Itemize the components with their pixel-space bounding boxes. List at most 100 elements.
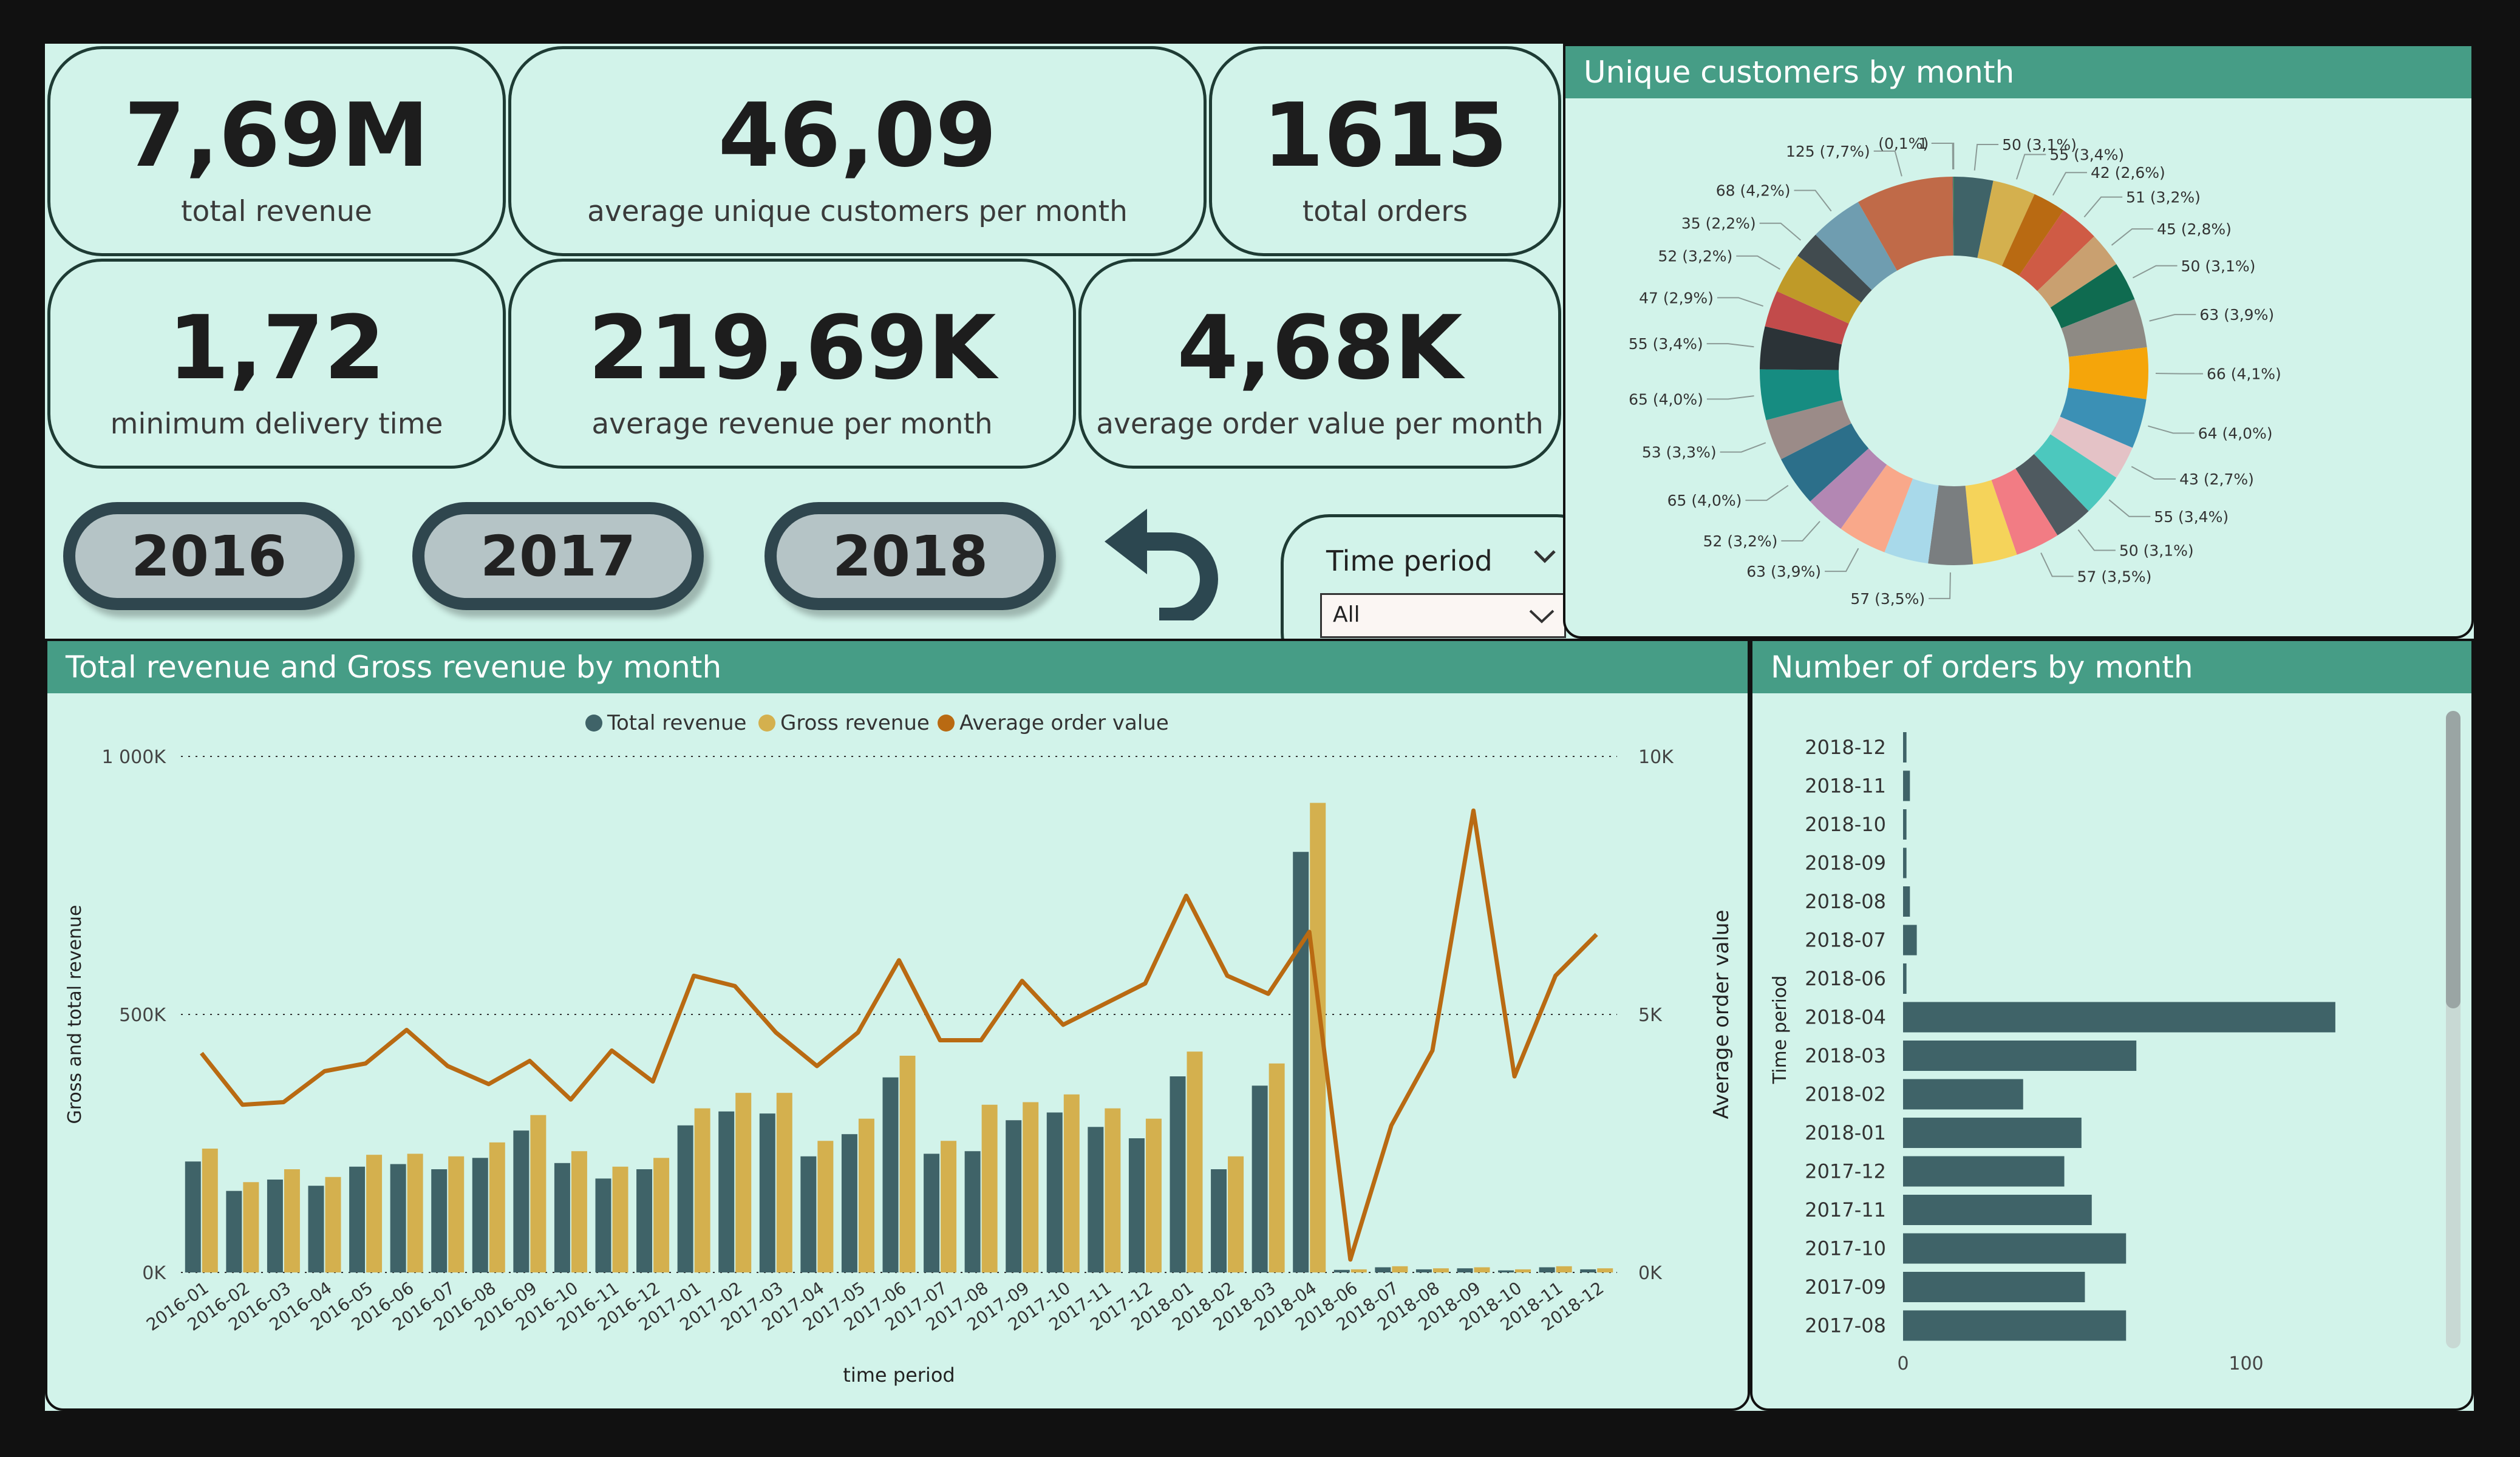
donut-leader-line	[2155, 373, 2203, 375]
y-tick-label: 2018-03	[1805, 1044, 1886, 1067]
y-tick-label: 2018-06	[1805, 967, 1886, 990]
bar-gross-revenue	[858, 1118, 874, 1272]
bar-total-revenue	[841, 1134, 857, 1272]
kpi-value: 7,69M	[124, 84, 429, 187]
year-2016-button[interactable]: 2016	[63, 502, 355, 610]
dashboard: 7,69M total revenue 46,09 average unique…	[45, 44, 2474, 1411]
chevron-down-icon[interactable]	[1533, 548, 1557, 572]
bar-gross-revenue	[1556, 1266, 1572, 1272]
y2-tick-label: 10K	[1638, 747, 1674, 768]
donut-leader-line	[2132, 265, 2178, 279]
x-tick-label: 100	[2229, 1353, 2263, 1374]
unique-customers-donut-chart: 50 (3,1%)55 (3,4%)42 (2,6%)51 (3,2%)45 (…	[1629, 135, 2281, 608]
y-tick-label: 2018-08	[1805, 890, 1886, 913]
kpi-label: average order value per month	[1096, 407, 1544, 441]
donut-data-label: (0,1%)	[1878, 135, 1929, 152]
chevron-down-icon	[1529, 610, 1555, 623]
x-axis-title: time period	[843, 1364, 955, 1387]
bar-total-revenue	[1128, 1138, 1145, 1272]
donut-data-label: 45 (2,8%)	[2157, 220, 2232, 238]
bar-gross-revenue	[899, 1056, 916, 1272]
bar-gross-revenue	[1063, 1094, 1080, 1272]
donut-data-label: 50 (3,1%)	[2181, 257, 2256, 275]
bar-gross-revenue	[1392, 1266, 1408, 1272]
bar-gross-revenue	[1023, 1102, 1039, 1272]
bar-total-revenue	[390, 1164, 406, 1272]
donut-data-label: 50 (3,1%)	[2119, 542, 2194, 559]
orders-bar	[1903, 1079, 2023, 1110]
kpi-label: average revenue per month	[591, 407, 993, 441]
donut-data-label: 57 (3,5%)	[1850, 590, 1925, 608]
revenue-panel: Total revenue and Gross revenue by month…	[45, 639, 1750, 1411]
reset-filters-button[interactable]	[1098, 505, 1220, 626]
y-tick-label: 1 000K	[101, 747, 166, 768]
y-tick-label: 2017-09	[1805, 1275, 1886, 1299]
donut-leader-line	[1825, 548, 1859, 572]
bar-gross-revenue	[735, 1093, 752, 1272]
bar-total-revenue	[1457, 1268, 1473, 1272]
donut-data-label: 55 (3,4%)	[2154, 508, 2229, 526]
donut-leader-line	[1973, 143, 1999, 171]
donut-leader-line	[2077, 529, 2116, 551]
donut-data-label: 66 (4,1%)	[2207, 365, 2281, 383]
kpi-label: total revenue	[181, 195, 372, 228]
kpi-label: total orders	[1302, 195, 1468, 228]
orders-bar	[1903, 963, 1907, 994]
donut-data-label: 55 (3,4%)	[2049, 146, 2124, 163]
donut-data-label: 55 (3,4%)	[1629, 335, 1703, 353]
year-2017-button[interactable]: 2017	[412, 502, 704, 610]
y-axis-title: Time period	[1769, 976, 1791, 1085]
orders-bar	[1903, 1310, 2127, 1341]
bar-gross-revenue	[1269, 1063, 1285, 1272]
bar-gross-revenue	[1228, 1156, 1244, 1272]
donut-leader-line	[1931, 143, 1953, 170]
legend-label: Average order value	[959, 711, 1169, 735]
y-tick-label: 2018-07	[1805, 929, 1886, 952]
kpi-avg-unique-customers: 46,09 average unique customers per month	[508, 46, 1207, 256]
bar-total-revenue	[267, 1180, 283, 1272]
bar-gross-revenue	[1515, 1269, 1531, 1272]
legend-marker	[585, 715, 602, 732]
bar-total-revenue	[1088, 1127, 1104, 1272]
orders-bar	[1903, 886, 1910, 917]
bar-gross-revenue	[325, 1177, 341, 1272]
bar-total-revenue	[1046, 1112, 1063, 1272]
bar-total-revenue	[924, 1153, 940, 1272]
bar-gross-revenue	[981, 1104, 998, 1272]
orders-bar	[1903, 1233, 2127, 1264]
scrollbar-thumb[interactable]	[2446, 711, 2460, 1008]
y-tick-label: 2018-09	[1805, 852, 1886, 875]
x-tick-label: 0	[1897, 1353, 1909, 1374]
kpi-value: 219,69K	[588, 297, 996, 399]
kpi-value: 4,68K	[1177, 297, 1463, 399]
donut-leader-line	[1745, 484, 1789, 501]
bar-gross-revenue	[284, 1169, 300, 1272]
bar-total-revenue	[636, 1169, 653, 1272]
scrollbar[interactable]	[2446, 711, 2460, 1348]
y-tick-label: 2017-10	[1805, 1237, 1886, 1260]
bar-total-revenue	[472, 1158, 488, 1272]
time-period-dropdown[interactable]: All	[1320, 593, 1566, 638]
y-tick-label: 2018-04	[1805, 1006, 1886, 1029]
donut-data-label: 51 (3,2%)	[2126, 189, 2201, 206]
bar-total-revenue	[800, 1156, 817, 1272]
year-2018-button[interactable]: 2018	[765, 502, 1056, 610]
donut-data-label: 125 (7,7%)	[1786, 143, 1870, 160]
donut-leader-line	[1873, 150, 1902, 177]
donut-leader-line	[2108, 499, 2151, 517]
bar-total-revenue	[1539, 1267, 1555, 1272]
bar-gross-revenue	[1474, 1267, 1490, 1272]
donut-leader-line	[2040, 552, 2074, 577]
orders-bar	[1903, 1272, 2085, 1302]
orders-bar	[1903, 1041, 2137, 1071]
donut-data-label: 68 (4,2%)	[1716, 182, 1791, 200]
donut-data-label: 35 (2,2%)	[1681, 215, 1756, 233]
bar-total-revenue	[677, 1125, 693, 1272]
y-axis-title: Gross and total revenue	[64, 905, 86, 1124]
donut-data-label: 53 (3,3%)	[1642, 444, 1717, 461]
kpi-value: 46,09	[718, 84, 997, 187]
bar-total-revenue	[1498, 1270, 1514, 1272]
y-tick-label: 0K	[142, 1263, 166, 1284]
legend-label: Total revenue	[607, 711, 746, 735]
donut-leader-line	[2016, 154, 2046, 180]
